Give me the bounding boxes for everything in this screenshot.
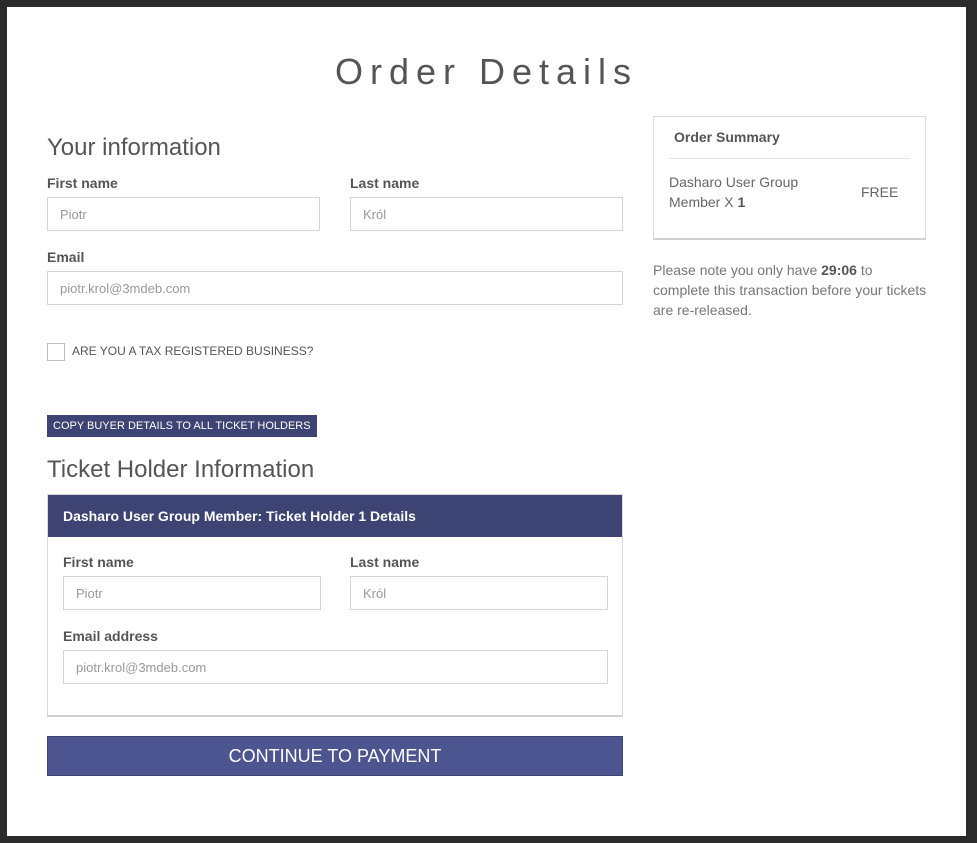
timer-note: Please note you only have 29:06 to compl… xyxy=(653,260,931,320)
email-label: Email xyxy=(47,249,85,265)
last-name-label: Last name xyxy=(350,175,420,191)
holder-last-name-input[interactable] xyxy=(350,576,608,610)
ticket-holder-header: Dasharo User Group Member: Ticket Holder… xyxy=(48,495,622,537)
first-name-input[interactable] xyxy=(47,197,320,231)
email-input[interactable] xyxy=(47,271,623,305)
copy-buyer-details-button[interactable]: COPY BUYER DETAILS TO ALL TICKET HOLDERS xyxy=(47,415,317,437)
order-summary-item: Dasharo User Group Member X 1 xyxy=(669,172,819,212)
tax-registered-checkbox[interactable] xyxy=(47,343,65,361)
order-summary-item-quantity: 1 xyxy=(737,194,746,210)
tax-registered-label: ARE YOU A TAX REGISTERED BUSINESS? xyxy=(72,344,314,358)
your-information-heading: Your information xyxy=(47,134,221,161)
last-name-input[interactable] xyxy=(350,197,623,231)
holder-email-label: Email address xyxy=(63,628,158,644)
order-summary-title: Order Summary xyxy=(674,129,780,145)
order-details-panel: Order Details Your information First nam… xyxy=(7,7,966,836)
holder-first-name-label: First name xyxy=(63,554,134,570)
order-summary-price: FREE xyxy=(861,184,899,200)
page-title: Order Details xyxy=(334,51,639,92)
holder-email-input[interactable] xyxy=(63,650,608,684)
timer-note-prefix: Please note you only have xyxy=(653,262,822,278)
ticket-holder-card: Dasharo User Group Member: Ticket Holder… xyxy=(47,494,623,717)
first-name-label: First name xyxy=(47,175,118,191)
order-summary-item-name: Dasharo User Group Member X xyxy=(669,174,799,210)
holder-last-name-label: Last name xyxy=(350,554,420,570)
timer-time-left: 29:06 xyxy=(821,262,857,278)
holder-first-name-input[interactable] xyxy=(63,576,321,610)
ticket-holder-heading: Ticket Holder Information xyxy=(47,456,315,483)
order-summary-divider xyxy=(669,158,910,159)
order-summary-card: Order Summary Dasharo User Group Member … xyxy=(653,116,926,240)
continue-to-payment-button[interactable]: CONTINUE TO PAYMENT xyxy=(47,736,623,776)
